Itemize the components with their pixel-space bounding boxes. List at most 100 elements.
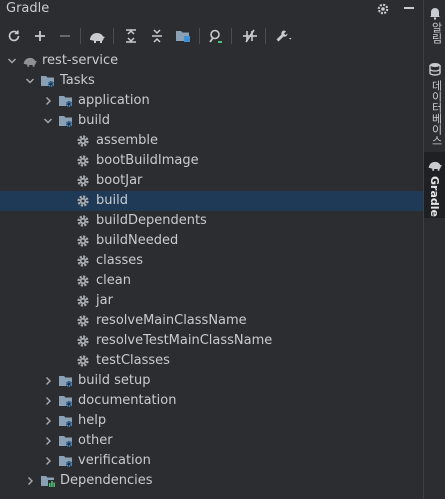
tree-row-label: jar	[96, 293, 113, 308]
chevron-right-icon[interactable]	[42, 371, 54, 391]
tree-row-resolvetestmainclassname[interactable]: resolveTestMainClassName	[0, 331, 423, 351]
analyze-icon[interactable]	[205, 26, 225, 46]
gear-icon	[76, 254, 90, 268]
gear-icon	[76, 174, 90, 188]
gear-icon	[76, 334, 90, 348]
tree-row-label: rest-service	[42, 53, 119, 68]
toggle-offline-icon[interactable]	[240, 26, 260, 46]
tree-row-label: testClasses	[96, 353, 170, 368]
settings-wrench-icon[interactable]	[274, 26, 294, 46]
tree-row-bootjar[interactable]: bootJar	[0, 171, 423, 191]
tree-row-documentation[interactable]: documentation	[0, 391, 423, 411]
tool-window-strip: 알림 데이터베이스 Gradle	[423, 0, 445, 499]
tree-row-build[interactable]: build	[0, 191, 423, 211]
tree-row-label: build	[96, 193, 128, 208]
tree-row-build[interactable]: build	[0, 111, 423, 131]
collapse-all-icon[interactable]	[147, 26, 167, 46]
gear-icon	[76, 294, 90, 308]
folder-gear-icon	[58, 394, 72, 408]
chevron-right-icon[interactable]	[24, 471, 36, 491]
chevron-down-icon[interactable]	[6, 51, 18, 71]
execute-task-icon[interactable]	[87, 26, 107, 46]
folder-gear-icon	[40, 74, 54, 88]
tree-row-label: other	[78, 433, 113, 448]
tab-gradle-label: Gradle	[428, 176, 441, 217]
tree-row-testclasses[interactable]: testClasses	[0, 351, 423, 371]
tree-row-verification[interactable]: verification	[0, 451, 423, 471]
folder-chart-icon	[40, 474, 55, 488]
remove-icon[interactable]	[55, 26, 75, 46]
tree-row-label: Dependencies	[60, 473, 153, 488]
tree-row-label: classes	[96, 253, 144, 268]
tree-row-bootbuildimage[interactable]: bootBuildImage	[0, 151, 423, 171]
tree-row-assemble[interactable]: assemble	[0, 131, 423, 151]
gear-icon	[76, 154, 90, 168]
folder-gear-icon	[58, 94, 72, 108]
tree-row-rest-service[interactable]: rest-service	[0, 51, 423, 71]
toolbar	[0, 24, 423, 50]
elephant-icon	[22, 54, 38, 68]
tree-row-label: clean	[96, 273, 131, 288]
tree-row-clean[interactable]: clean	[0, 271, 423, 291]
gear-icon	[76, 234, 90, 248]
chevron-right-icon[interactable]	[42, 91, 54, 111]
gear-icon	[76, 354, 90, 368]
chevron-down-icon[interactable]	[24, 71, 36, 91]
add-icon[interactable]	[30, 26, 50, 46]
tree-row-dependencies[interactable]: Dependencies	[0, 471, 423, 491]
expand-all-icon[interactable]	[121, 26, 141, 46]
tree-row-label: buildDependents	[96, 213, 207, 228]
folder-gear-icon	[58, 114, 72, 128]
gear-icon	[76, 314, 90, 328]
tree-row-application[interactable]: application	[0, 91, 423, 111]
folder-gear-icon	[58, 414, 72, 428]
gear-icon	[76, 194, 90, 208]
tree-row-label: application	[78, 93, 150, 108]
folder-gear-icon	[58, 434, 72, 448]
chevron-right-icon[interactable]	[42, 411, 54, 431]
tree-row-label: documentation	[78, 393, 177, 408]
tree-row-buildneeded[interactable]: buildNeeded	[0, 231, 423, 251]
chevron-right-icon[interactable]	[42, 451, 54, 471]
tree-row-help[interactable]: help	[0, 411, 423, 431]
chevron-right-icon[interactable]	[42, 391, 54, 411]
tree-row-label: build setup	[78, 373, 151, 388]
tree-row-jar[interactable]: jar	[0, 291, 423, 311]
database-icon	[429, 63, 441, 76]
tab-gradle[interactable]: Gradle	[424, 152, 445, 218]
panel-header: Gradle	[0, 0, 423, 18]
tree-row-build-setup[interactable]: build setup	[0, 371, 423, 391]
gear-icon	[76, 214, 90, 228]
tree-row-classes[interactable]: classes	[0, 251, 423, 271]
tree-row-tasks[interactable]: Tasks	[0, 71, 423, 91]
tree-row-label: bootJar	[96, 173, 143, 188]
gear-icon[interactable]	[376, 1, 390, 15]
chevron-right-icon[interactable]	[42, 431, 54, 451]
tree-row-label: verification	[78, 453, 151, 468]
tab-notifications[interactable]: 알림	[424, 0, 445, 50]
tree-row-label: resolveMainClassName	[96, 313, 247, 328]
reload-icon[interactable]	[4, 26, 24, 46]
gear-icon	[76, 274, 90, 288]
tree-row-label: assemble	[96, 133, 159, 148]
elephant-icon	[428, 161, 443, 171]
tab-database[interactable]: 데이터베이스	[424, 56, 445, 146]
tree-row-label: resolveTestMainClassName	[96, 333, 273, 348]
tab-notifications-label: 알림	[430, 22, 443, 44]
tree-row-builddependents[interactable]: buildDependents	[0, 211, 423, 231]
gradle-tree: rest-service Tasks application build assembl…	[0, 51, 423, 499]
gear-icon	[76, 134, 90, 148]
folder-gear-icon	[58, 374, 72, 388]
tree-row-resolvemainclassname[interactable]: resolveMainClassName	[0, 311, 423, 331]
tree-row-label: buildNeeded	[96, 233, 179, 248]
panel-title: Gradle	[6, 1, 50, 16]
chevron-down-icon[interactable]	[42, 111, 54, 131]
tree-row-label: bootBuildImage	[96, 153, 199, 168]
tree-row-other[interactable]: other	[0, 431, 423, 451]
folder-gear-icon	[58, 454, 72, 468]
tab-database-label: 데이터베이스	[430, 80, 443, 146]
tree-row-label: Tasks	[60, 73, 95, 88]
minimize-icon[interactable]	[402, 0, 416, 14]
bell-icon	[430, 8, 440, 20]
dependency-analyzer-icon[interactable]	[173, 26, 193, 46]
